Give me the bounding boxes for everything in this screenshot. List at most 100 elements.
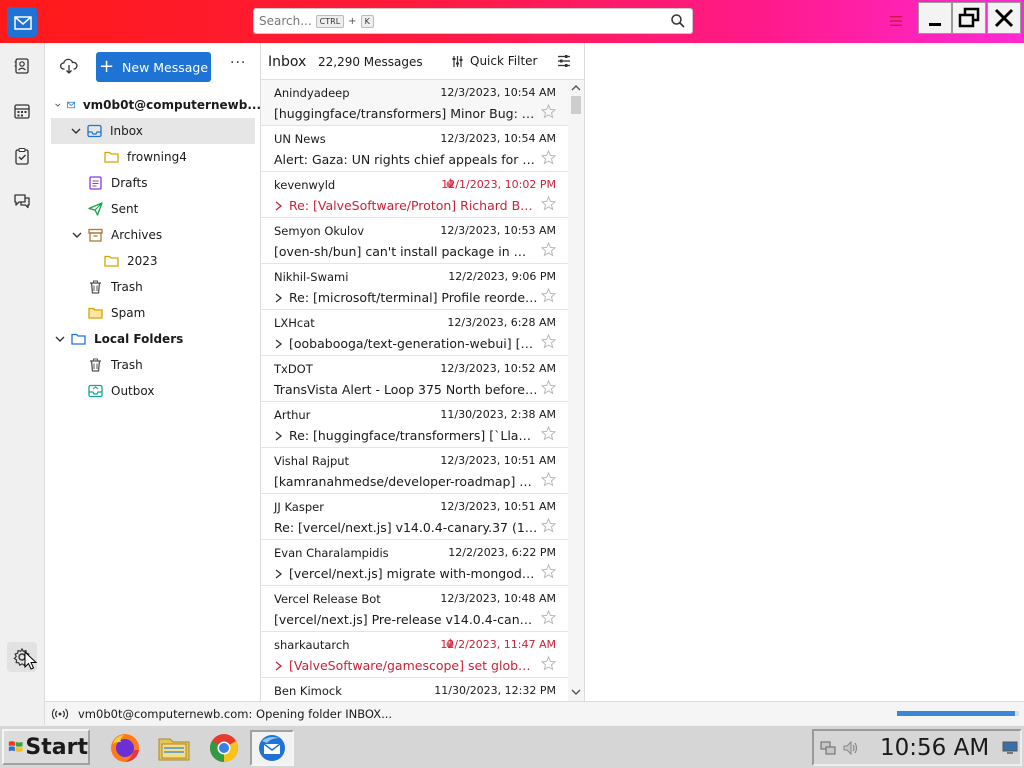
scroll-down-icon[interactable] <box>571 688 581 696</box>
local-folder-outbox[interactable]: Outbox <box>88 378 154 404</box>
thread-chevron-right-icon[interactable] <box>274 339 283 349</box>
message-sender: UN News <box>274 132 326 146</box>
folder-spam[interactable]: Spam <box>88 300 145 326</box>
space-address-book-button[interactable] <box>7 51 37 81</box>
get-messages-icon[interactable] <box>60 58 78 74</box>
volume-icon[interactable] <box>842 740 860 756</box>
show-desktop-icon[interactable] <box>1002 741 1018 755</box>
message-sender: Vishal Rajput <box>274 454 350 468</box>
display-options-icon[interactable] <box>557 54 571 68</box>
minimize-button[interactable] <box>918 2 952 34</box>
star-icon[interactable] <box>541 104 556 119</box>
local-folder-trash[interactable]: Trash <box>88 352 143 378</box>
star-icon[interactable] <box>541 472 556 487</box>
star-icon[interactable] <box>541 426 556 441</box>
message-date: 12/3/2023, 10:51 AM <box>440 500 556 513</box>
mouse-cursor-icon <box>24 651 38 670</box>
star-icon[interactable] <box>541 518 556 533</box>
thread-chevron-right-icon[interactable] <box>274 661 283 671</box>
chevron-down-icon <box>55 103 61 107</box>
outbox-icon <box>88 384 103 398</box>
address-book-icon <box>14 58 29 74</box>
windows-logo-icon <box>8 741 23 752</box>
scroll-up-icon[interactable] <box>571 84 581 92</box>
space-chat-button[interactable] <box>7 186 37 216</box>
app-menu-icon[interactable] <box>889 14 903 28</box>
message-list-scrollbar[interactable] <box>568 80 584 701</box>
status-bar: vm0b0t@computernewb.com: Opening folder … <box>45 701 1024 725</box>
star-icon[interactable] <box>541 242 556 257</box>
thread-chevron-right-icon[interactable] <box>274 431 283 441</box>
account-row[interactable]: vm0b0t@computernewb... <box>55 92 261 118</box>
star-icon[interactable] <box>541 334 556 349</box>
search-icon[interactable] <box>670 13 686 29</box>
quick-filter-button[interactable]: Quick Filter <box>451 54 537 68</box>
folder-label: Trash <box>111 358 143 372</box>
folder-trash[interactable]: Trash <box>88 274 143 300</box>
system-tray: 10:56 AM <box>812 729 1022 766</box>
restore-button[interactable] <box>952 2 986 34</box>
folder-2023[interactable]: 2023 <box>104 248 158 274</box>
space-calendar-button[interactable] <box>7 96 37 126</box>
message-row[interactable]: LXHcat 12/3/2023, 6:28 AM [oobabooga/text-… <box>261 310 568 356</box>
message-list-header: Inbox 22,290 Messages Quick Filter <box>261 43 585 80</box>
taskbar-clock[interactable]: 10:56 AM <box>880 735 989 761</box>
message-subject: [oven-sh/bun] can't install package in m… <box>274 244 538 259</box>
space-tasks-button[interactable] <box>7 141 37 171</box>
message-row[interactable]: TxDOT 12/3/2023, 10:52 AM TransVista Alert… <box>261 356 568 402</box>
taskbar-thunderbird[interactable] <box>250 730 294 766</box>
star-icon[interactable] <box>541 288 556 303</box>
message-sender: Nikhil-Swami <box>274 270 349 284</box>
chevron-down-icon <box>71 128 81 134</box>
folder-inbox[interactable]: Inbox <box>51 118 255 144</box>
thread-chevron-right-icon[interactable] <box>274 293 283 303</box>
thread-chevron-right-icon[interactable] <box>274 569 283 579</box>
message-subject: Alert: Gaza: UN rights chief appeals for… <box>274 152 538 167</box>
folder-pane: + New Message ··· vm0b0t@computernewb...… <box>45 43 261 701</box>
folder-sent[interactable]: Sent <box>88 196 138 222</box>
star-icon[interactable] <box>541 150 556 165</box>
online-status-icon[interactable] <box>52 708 68 720</box>
message-sender: sharkautarch <box>274 638 350 652</box>
more-options-icon[interactable]: ··· <box>230 55 246 71</box>
mail-icon[interactable] <box>10 10 36 36</box>
search-placeholder: Search... <box>259 14 312 28</box>
close-icon <box>994 8 1014 28</box>
message-row[interactable]: Vishal Rajput 12/3/2023, 10:51 AM [kamrana… <box>261 448 568 494</box>
folder-archives[interactable]: Archives <box>72 222 162 248</box>
taskbar-file-explorer[interactable] <box>152 730 196 766</box>
folder-drafts[interactable]: Drafts <box>88 170 148 196</box>
local-folders-row[interactable]: Local Folders <box>55 326 183 352</box>
message-row[interactable]: kevenwyld 12/1/2023, 10:02 PM Re: [ValveSo… <box>261 172 568 218</box>
message-sender: Ben Kimock <box>274 684 342 698</box>
message-row[interactable]: Nikhil-Swami 12/2/2023, 9:06 PM Re: [micro… <box>261 264 568 310</box>
search-input[interactable]: Search... CTRL + K <box>253 8 693 34</box>
scroll-thumb[interactable] <box>571 96 581 114</box>
message-row[interactable]: Anindyadeep 12/3/2023, 10:54 AM [huggingfa… <box>261 80 568 126</box>
star-icon[interactable] <box>541 564 556 579</box>
message-row[interactable]: JJ Kasper 12/3/2023, 10:51 AM Re: [vercel/… <box>261 494 568 540</box>
star-icon[interactable] <box>541 656 556 671</box>
network-icon[interactable] <box>820 740 836 756</box>
new-message-button[interactable]: + New Message <box>96 52 211 82</box>
thread-chevron-right-icon[interactable] <box>274 201 283 211</box>
taskbar-firefox[interactable] <box>103 730 147 766</box>
minimize-icon <box>929 23 941 26</box>
folder-frowning4[interactable]: frowning4 <box>104 144 187 170</box>
message-row[interactable]: Evan Charalampidis 12/2/2023, 6:22 PM [ver… <box>261 540 568 586</box>
message-row[interactable]: UN News 12/3/2023, 10:54 AM Alert: Gaza: U… <box>261 126 568 172</box>
start-button[interactable]: Start <box>2 729 90 765</box>
message-row[interactable]: Vercel Release Bot 12/3/2023, 10:48 AM [ve… <box>261 586 568 632</box>
star-icon[interactable] <box>541 196 556 211</box>
message-row[interactable]: Ben Kimock 11/30/2023, 12:32 PM <box>261 678 568 701</box>
message-date: 12/3/2023, 10:53 AM <box>440 224 556 237</box>
taskbar-chrome[interactable] <box>202 730 246 766</box>
star-icon[interactable] <box>541 380 556 395</box>
message-row[interactable]: Semyon Okulov 12/3/2023, 10:53 AM [oven-sh… <box>261 218 568 264</box>
message-row[interactable]: sharkautarch 12/2/2023, 11:47 AM [ValveSof… <box>261 632 568 678</box>
close-button[interactable] <box>987 2 1021 34</box>
star-icon[interactable] <box>541 610 556 625</box>
message-count: 22,290 Messages <box>318 55 423 69</box>
message-row[interactable]: Arthur 11/30/2023, 2:38 AM Re: [huggingfac… <box>261 402 568 448</box>
thunderbird-icon <box>259 735 285 761</box>
